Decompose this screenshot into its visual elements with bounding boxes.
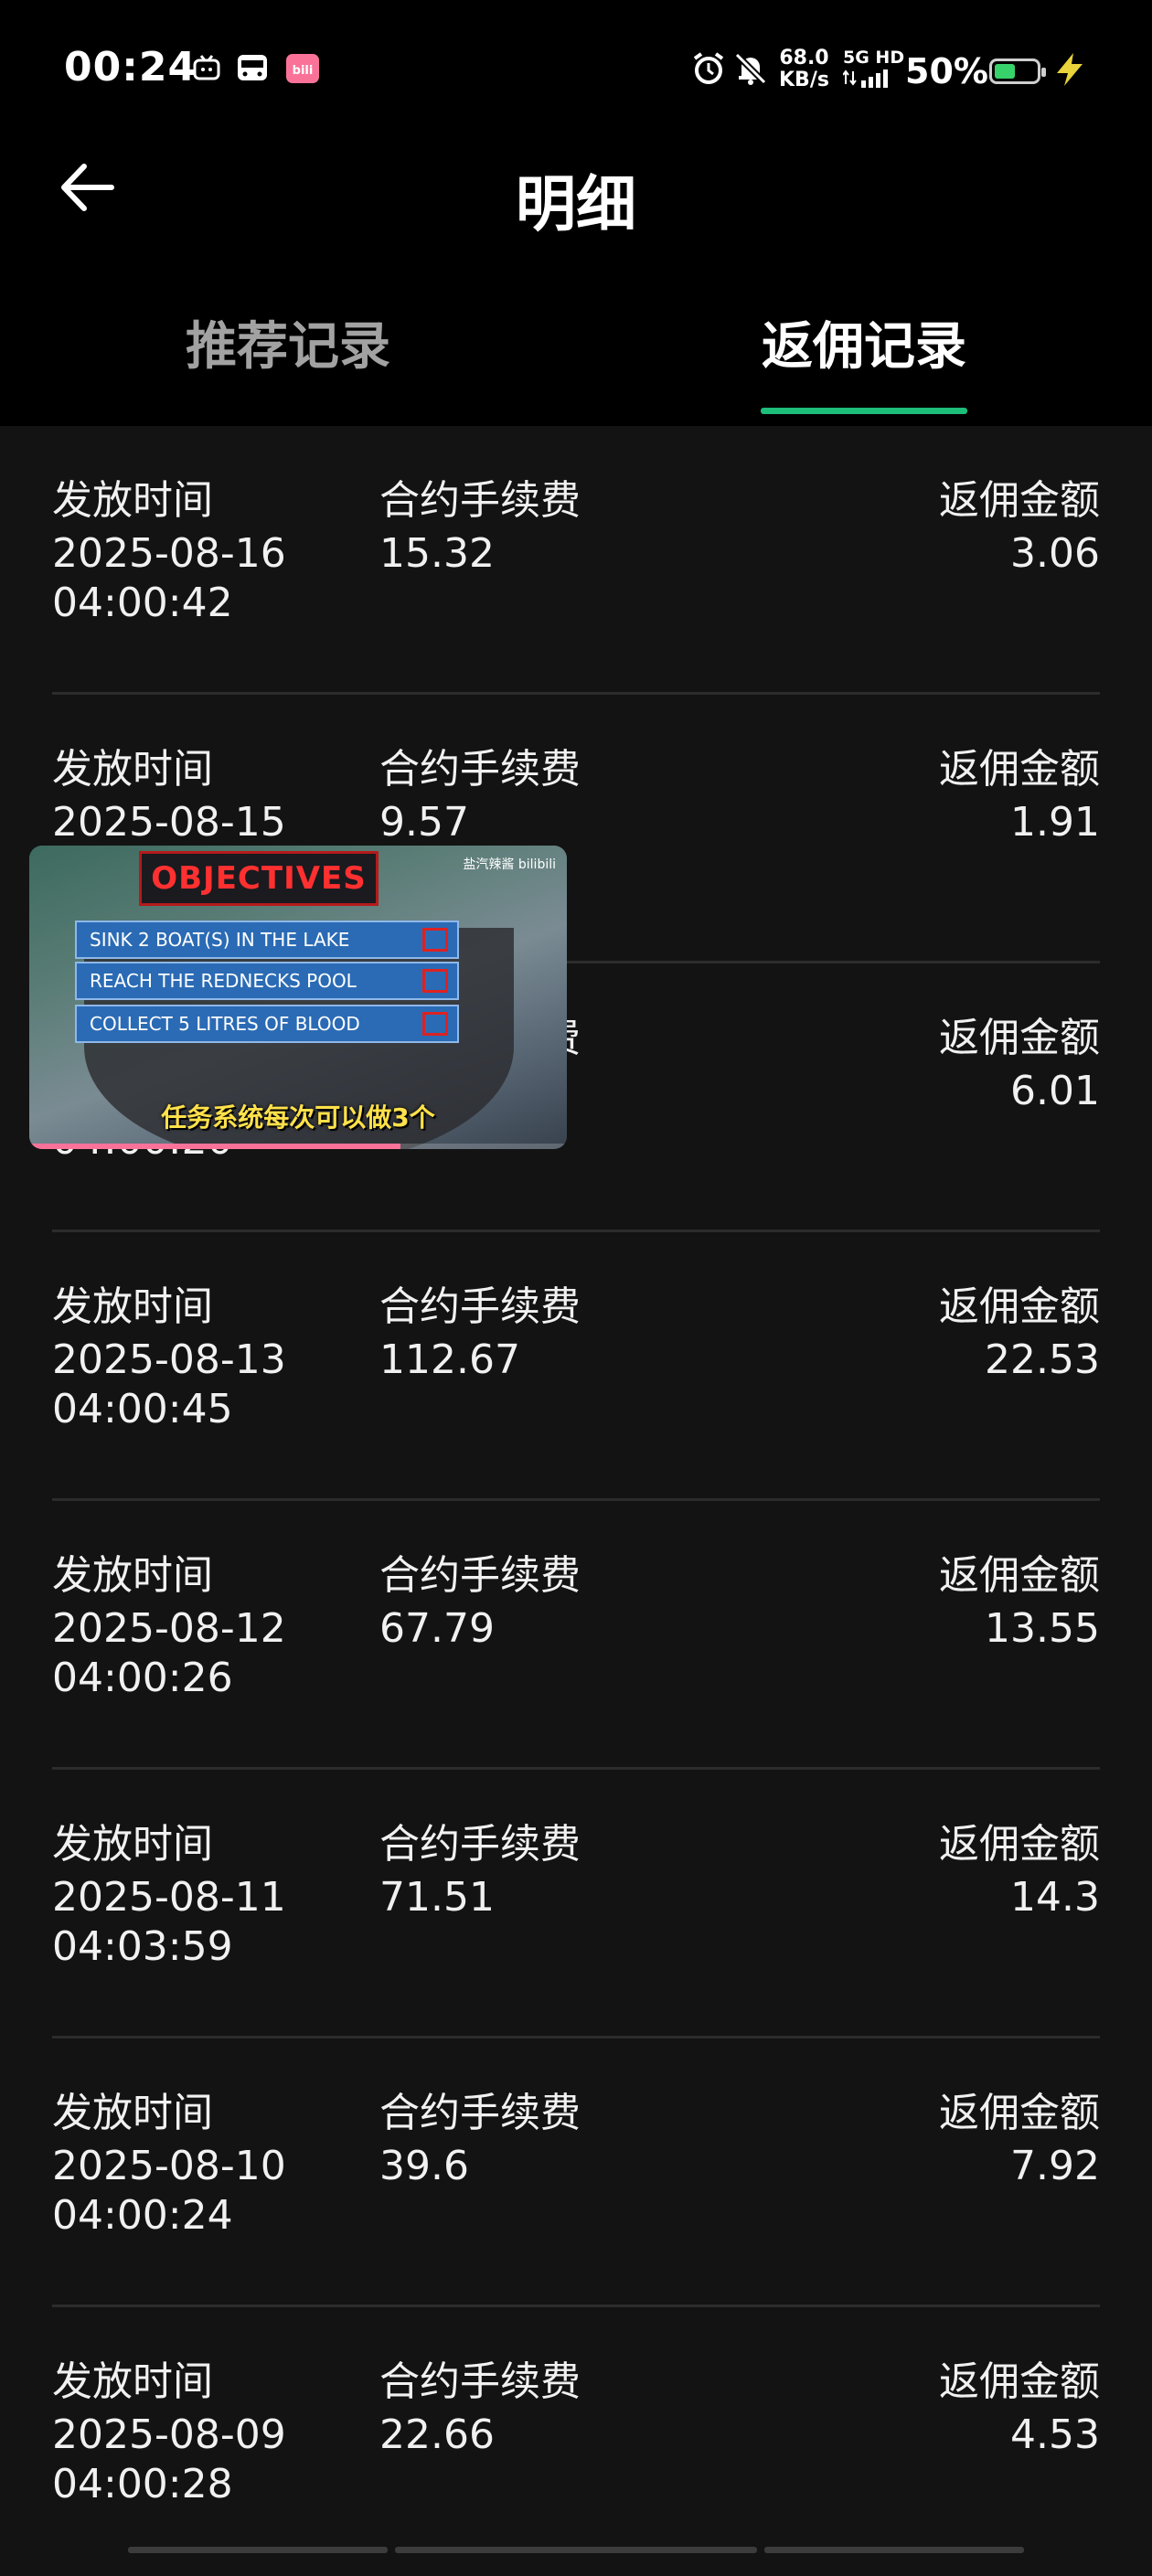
- rebate-value: 3.06: [1010, 530, 1100, 577]
- fee-value: 22.66: [379, 2411, 495, 2458]
- net-speed-value: 68.0: [779, 47, 829, 69]
- checkbox-icon: [422, 928, 448, 952]
- bilibili-app-icon: bili: [286, 54, 319, 83]
- net-speed-unit: KB/s: [779, 69, 829, 91]
- rebate-value: 22.53: [985, 1336, 1100, 1383]
- rebate-label: 返佣金额: [939, 746, 1100, 793]
- objective-item: COLLECT 5 LITRES OF BLOOD: [75, 1005, 459, 1043]
- top-bar: 00:24 bili 68.0 KB/s 5G HD 50% 明细 推荐记录 返…: [0, 0, 1152, 426]
- checkbox-icon: [422, 1012, 448, 1036]
- bilibili-tv-icon: [193, 55, 220, 80]
- objective-item: SINK 2 BOAT(S) IN THE LAKE: [75, 921, 459, 959]
- record-clock: 04:00:26: [52, 1655, 233, 1701]
- rebate-label: 返佣金额: [939, 2090, 1100, 2136]
- fee-value: 15.32: [379, 530, 495, 577]
- video-watermark: 盐汽辣酱 bilibili: [463, 857, 556, 872]
- network-type: 5G HD: [843, 48, 905, 68]
- scroll-indicator-segment: [395, 2547, 757, 2553]
- rebate-label: 返佣金额: [939, 1283, 1100, 1330]
- record-row: 发放时间 合约手续费 返佣金额 2025-08-09 04:00:28 22.6…: [0, 2307, 1152, 2576]
- video-subtitle: 任务系统每次可以做3个: [161, 1102, 435, 1133]
- record-clock: 04:00:42: [52, 580, 233, 626]
- battery-fill: [995, 64, 1015, 79]
- alarm-icon: [693, 52, 724, 84]
- record-clock: 04:03:59: [52, 1923, 233, 1970]
- record-row: 发放时间 合约手续费 返佣金额 2025-08-16 04:00:42 15.3…: [0, 426, 1152, 695]
- rebate-label: 返佣金额: [939, 2358, 1100, 2405]
- pip-video-player[interactable]: 盐汽辣酱 bilibili OBJECTIVES SINK 2 BOAT(S) …: [29, 846, 567, 1149]
- rebate-value: 7.92: [1010, 2143, 1100, 2189]
- fee-value: 39.6: [379, 2143, 469, 2189]
- tab-referral-records[interactable]: 推荐记录: [165, 305, 411, 379]
- rebate-value: 6.01: [1010, 1068, 1100, 1114]
- svg-text:bili: bili: [293, 64, 314, 78]
- rebate-value: 14.3: [1010, 1874, 1100, 1921]
- fee-label: 合约手续费: [379, 1821, 581, 1868]
- time-label: 发放时间: [52, 2090, 213, 2136]
- time-label: 发放时间: [52, 746, 213, 793]
- fee-label: 合约手续费: [379, 2358, 581, 2405]
- objectives-heading: OBJECTIVES: [139, 851, 379, 906]
- time-label: 发放时间: [52, 1552, 213, 1599]
- bus-icon: [238, 55, 267, 80]
- time-label: 发放时间: [52, 2358, 213, 2405]
- scroll-indicator-segment: [764, 2547, 1024, 2553]
- record-row: 发放时间 合约手续费 返佣金额 2025-08-10 04:00:24 39.6…: [0, 2038, 1152, 2307]
- fee-value: 67.79: [379, 1605, 495, 1652]
- page-title: 明细: [516, 169, 636, 240]
- checkbox-icon: [422, 969, 448, 993]
- record-date: 2025-08-10: [52, 2143, 286, 2189]
- status-time: 00:24: [64, 44, 197, 90]
- signal-bars-icon: [842, 69, 888, 88]
- time-label: 发放时间: [52, 1283, 213, 1330]
- mute-bell-icon: [734, 52, 767, 85]
- time-label: 发放时间: [52, 1821, 213, 1868]
- record-clock: 04:00:45: [52, 1386, 233, 1432]
- fee-label: 合约手续费: [379, 746, 581, 793]
- record-date: 2025-08-15: [52, 799, 286, 846]
- battery-icon: [989, 59, 1046, 84]
- objective-item: REACH THE REDNECKS POOL: [75, 962, 459, 1000]
- record-row: 发放时间 合约手续费 返佣金额 2025-08-12 04:00:26 67.7…: [0, 1501, 1152, 1770]
- fee-label: 合约手续费: [379, 477, 581, 524]
- tab-rebate-records[interactable]: 返佣记录: [741, 305, 987, 379]
- objective-text: COLLECT 5 LITRES OF BLOOD: [90, 1013, 360, 1035]
- record-date: 2025-08-09: [52, 2411, 286, 2458]
- scroll-indicator-segment: [128, 2547, 388, 2553]
- fee-value: 9.57: [379, 799, 469, 846]
- fee-label: 合约手续费: [379, 2090, 581, 2136]
- rebate-value: 1.91: [1010, 799, 1100, 846]
- time-label: 发放时间: [52, 477, 213, 524]
- rebate-label: 返佣金额: [939, 1821, 1100, 1868]
- record-clock: 04:00:24: [52, 2192, 233, 2239]
- record-clock: 04:00:28: [52, 2461, 233, 2507]
- rebate-value: 4.53: [1010, 2411, 1100, 2458]
- rebate-label: 返佣金额: [939, 1552, 1100, 1599]
- record-date: 2025-08-12: [52, 1605, 286, 1652]
- active-tab-indicator: [761, 408, 967, 414]
- rebate-label: 返佣金额: [939, 1015, 1100, 1061]
- objective-text: SINK 2 BOAT(S) IN THE LAKE: [90, 929, 350, 951]
- signal-indicator: 5G HD: [842, 48, 905, 92]
- video-progress-bar: [29, 1144, 400, 1149]
- record-date: 2025-08-16: [52, 530, 286, 577]
- record-date: 2025-08-11: [52, 1874, 286, 1921]
- fee-label: 合约手续费: [379, 1552, 581, 1599]
- rebate-value: 13.55: [985, 1605, 1100, 1652]
- battery-percent: 50%: [905, 51, 988, 91]
- objective-text: REACH THE REDNECKS POOL: [90, 970, 357, 992]
- fee-value: 71.51: [379, 1874, 495, 1921]
- rebate-label: 返佣金额: [939, 477, 1100, 524]
- net-speed: 68.0 KB/s: [779, 48, 829, 91]
- fee-label: 合约手续费: [379, 1283, 581, 1330]
- record-row: 发放时间 合约手续费 返佣金额 2025-08-13 04:00:45 112.…: [0, 1232, 1152, 1501]
- record-row: 发放时间 合约手续费 返佣金额 2025-08-11 04:03:59 71.5…: [0, 1770, 1152, 2038]
- status-bar: 00:24 bili 68.0 KB/s 5G HD 50%: [0, 0, 1152, 146]
- battery-nub: [1041, 68, 1046, 77]
- charging-bolt-icon: [1057, 53, 1083, 86]
- record-date: 2025-08-13: [52, 1336, 286, 1383]
- fee-value: 112.67: [379, 1336, 520, 1383]
